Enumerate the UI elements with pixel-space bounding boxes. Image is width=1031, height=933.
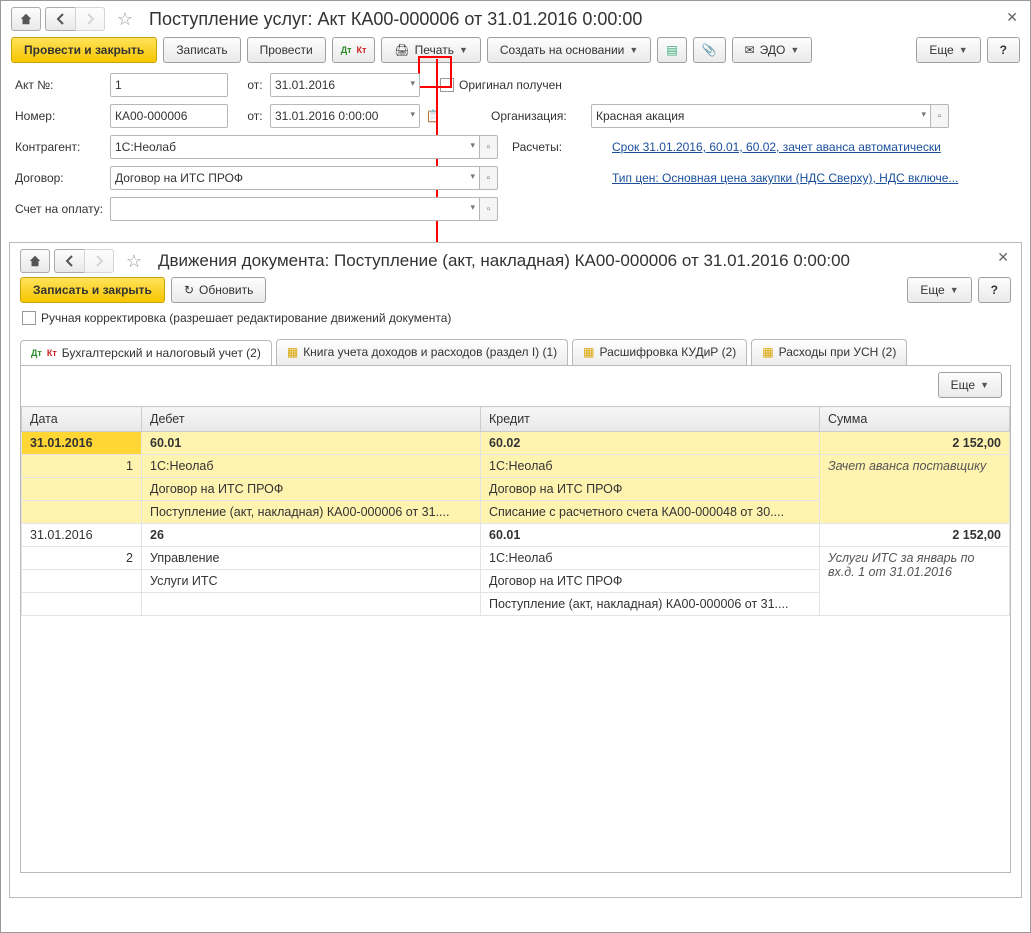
help-button[interactable]: ?	[987, 37, 1020, 63]
manual-edit-label: Ручная корректировка (разрешает редактир…	[41, 311, 451, 325]
doc-icon-button[interactable]: ▤	[657, 37, 686, 63]
tab-usn-expenses[interactable]: ▦Расходы при УСН (2)	[751, 339, 907, 365]
number-date-input[interactable]: 31.01.2016 0:00:00	[270, 104, 420, 128]
table-row[interactable]: 2 Управление 1С:Неолаб Услуги ИТС за янв…	[22, 547, 1010, 570]
table-row[interactable]: 31.01.2016 60.01 60.02 2 152,00	[22, 432, 1010, 455]
org-label: Организация:	[491, 109, 591, 123]
edo-button[interactable]: ✉ЭДО▼	[732, 37, 813, 63]
forward-button[interactable]	[75, 7, 105, 31]
print-button[interactable]: 🖨Печать▼	[381, 37, 480, 63]
window2-title: Движения документа: Поступление (акт, на…	[158, 251, 850, 271]
contractor-input[interactable]: 1С:Неолаб	[110, 135, 480, 159]
contractor-label: Контрагент:	[15, 140, 110, 154]
table-row[interactable]: 31.01.2016 26 60.01 2 152,00	[22, 524, 1010, 547]
number-input[interactable]: КА00-000006	[110, 104, 228, 128]
home-button-2[interactable]	[20, 249, 50, 273]
book-icon: ▦	[287, 345, 298, 359]
more-button-2[interactable]: Еще▼	[907, 277, 971, 303]
calc-link[interactable]: Срок 31.01.2016, 60.01, 60.02, зачет ава…	[612, 140, 941, 154]
col-date: Дата	[22, 407, 142, 432]
act-no-label: Акт №:	[15, 78, 110, 92]
from-label: от:	[240, 78, 270, 92]
edo-icon: ✉	[745, 43, 755, 57]
manual-edit-checkbox[interactable]	[22, 311, 36, 325]
create-based-on-button[interactable]: Создать на основании▼	[487, 37, 651, 63]
back-button[interactable]	[45, 7, 75, 31]
favorite-star-icon[interactable]: ☆	[113, 7, 137, 31]
close-button[interactable]: ✕	[1006, 9, 1018, 26]
from-label-2: от:	[240, 109, 270, 123]
calendar-icon[interactable]: 📋	[425, 108, 441, 124]
col-debit: Дебет	[142, 407, 481, 432]
close-button-2[interactable]: ✕	[997, 249, 1009, 266]
table-row[interactable]: 1 1С:Неолаб 1С:Неолаб Зачет аванса поста…	[22, 455, 1010, 478]
number-label: Номер:	[15, 109, 110, 123]
original-received-checkbox[interactable]	[440, 78, 454, 92]
paperclip-icon: 📎	[702, 43, 717, 57]
act-date-input[interactable]: 31.01.2016	[270, 73, 420, 97]
attach-button[interactable]: 📎	[693, 37, 726, 63]
invoice-label: Счет на оплату:	[15, 202, 110, 216]
book-icon: ▦	[583, 345, 594, 359]
save-button[interactable]: Записать	[163, 37, 240, 63]
calc-label: Расчеты:	[512, 140, 612, 154]
tab-accounting[interactable]: ДтКтБухгалтерский и налоговый учет (2)	[20, 340, 272, 366]
contract-open-button[interactable]: ▫	[480, 166, 498, 190]
col-credit: Кредит	[481, 407, 820, 432]
document-icon: ▤	[666, 43, 677, 57]
save-and-close-button[interactable]: Записать и закрыть	[20, 277, 165, 303]
contract-label: Договор:	[15, 171, 110, 185]
window-title: Поступление услуг: Акт КА00-000006 от 31…	[149, 9, 642, 30]
col-sum: Сумма	[820, 407, 1010, 432]
contractor-open-button[interactable]: ▫	[480, 135, 498, 159]
original-received-label: Оригинал получен	[459, 78, 562, 92]
home-button[interactable]	[11, 7, 41, 31]
printer-icon: 🖨	[394, 43, 409, 57]
more-button[interactable]: Еще▼	[916, 37, 980, 63]
act-no-input[interactable]: 1	[110, 73, 228, 97]
invoice-input[interactable]	[110, 197, 480, 221]
invoice-open-button[interactable]: ▫	[480, 197, 498, 221]
panel-more-button[interactable]: Еще▼	[938, 372, 1002, 398]
refresh-button[interactable]: ↻Обновить	[171, 277, 266, 303]
help-button-2[interactable]: ?	[978, 277, 1011, 303]
back-button-2[interactable]	[54, 249, 84, 273]
org-open-button[interactable]: ▫	[931, 104, 949, 128]
tab-income-book[interactable]: ▦Книга учета доходов и расходов (раздел …	[276, 339, 568, 365]
forward-button-2[interactable]	[84, 249, 114, 273]
book-icon: ▦	[762, 345, 773, 359]
post-and-close-button[interactable]: Провести и закрыть	[11, 37, 157, 63]
tab-kudir[interactable]: ▦Расшифровка КУДиР (2)	[572, 339, 747, 365]
accounting-table: Дата Дебет Кредит Сумма 31.01.2016 60.01…	[21, 406, 1010, 616]
post-button[interactable]: Провести	[247, 37, 326, 63]
contract-input[interactable]: Договор на ИТС ПРОФ	[110, 166, 480, 190]
favorite-star-icon-2[interactable]: ☆	[122, 249, 146, 273]
refresh-icon: ↻	[184, 283, 194, 297]
dtkt-button[interactable]: ДтКт	[332, 37, 376, 63]
price-type-link[interactable]: Тип цен: Основная цена закупки (НДС Свер…	[612, 171, 958, 185]
org-input[interactable]: Красная акация	[591, 104, 931, 128]
